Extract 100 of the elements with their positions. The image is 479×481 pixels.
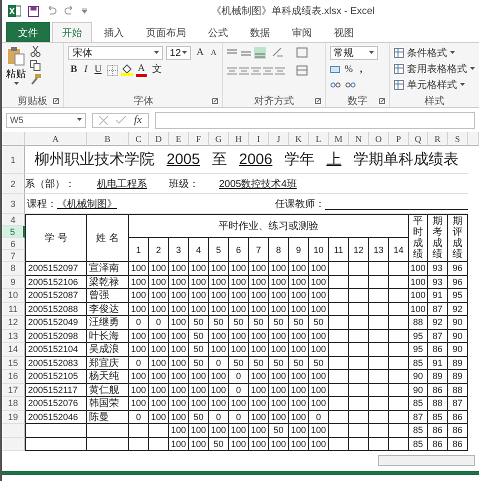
table-cell: 100 bbox=[169, 316, 189, 330]
column-header[interactable]: D bbox=[149, 132, 169, 146]
font-color-button[interactable]: A bbox=[136, 63, 147, 77]
insert-function-button[interactable]: fx bbox=[134, 114, 142, 126]
table-cell bbox=[389, 330, 409, 343]
scroll-bar[interactable] bbox=[378, 454, 475, 466]
row-number[interactable]: 10 bbox=[2, 289, 25, 302]
row-number[interactable]: 1 bbox=[2, 146, 25, 174]
column-header[interactable]: Q bbox=[409, 132, 428, 146]
table-cell: 吴成浪 bbox=[87, 343, 129, 356]
formula-input[interactable] bbox=[154, 112, 475, 128]
phonetic-button[interactable]: 文 bbox=[150, 63, 164, 77]
group-label: 对齐方式 bbox=[254, 94, 294, 108]
check-icon[interactable] bbox=[116, 116, 126, 124]
column-header[interactable]: I bbox=[249, 132, 269, 146]
column-header[interactable]: B bbox=[87, 132, 129, 146]
percent-button[interactable]: % bbox=[342, 63, 355, 77]
ribbon-tab[interactable]: 数据 bbox=[240, 22, 280, 42]
font-size-field[interactable]: 12 bbox=[166, 46, 192, 60]
row-number[interactable]: 15 bbox=[2, 356, 25, 370]
comma-button[interactable]: , bbox=[358, 63, 364, 77]
ribbon-tab[interactable]: 审阅 bbox=[282, 22, 322, 42]
row-number[interactable]: 14 bbox=[2, 343, 25, 356]
close-icon[interactable] bbox=[99, 116, 108, 124]
table-cell: 2005152046 bbox=[25, 410, 87, 424]
column-header[interactable]: C bbox=[129, 132, 149, 146]
row-number[interactable]: 18 bbox=[2, 397, 25, 410]
save-icon[interactable] bbox=[28, 6, 39, 16]
column-header[interactable]: J bbox=[269, 132, 289, 146]
row-number[interactable]: 2 bbox=[2, 174, 25, 194]
cut-icon[interactable] bbox=[30, 46, 41, 57]
column-header[interactable]: G bbox=[209, 132, 229, 146]
row-number[interactable]: 3 bbox=[2, 194, 25, 214]
ribbon-tab[interactable]: 公式 bbox=[198, 22, 238, 42]
row-number[interactable]: 11 bbox=[2, 302, 25, 316]
row-number[interactable]: 19 bbox=[2, 410, 25, 424]
table-cell bbox=[329, 316, 349, 330]
ribbon-tab[interactable]: 开始 bbox=[52, 22, 92, 42]
column-header[interactable]: R bbox=[428, 132, 448, 146]
grow-font-button[interactable]: A bbox=[194, 46, 206, 60]
dialog-launcher-icon[interactable] bbox=[53, 98, 60, 104]
column-header[interactable]: P bbox=[389, 132, 409, 146]
redo-icon[interactable] bbox=[64, 6, 75, 16]
table-cell: 100 bbox=[269, 262, 289, 276]
table-cell: 100 bbox=[169, 262, 189, 276]
column-header[interactable]: E bbox=[169, 132, 189, 146]
style-menu-button[interactable]: 单元格样式 bbox=[394, 78, 475, 92]
paste-button[interactable]: 粘贴 bbox=[6, 46, 26, 94]
style-menu-button[interactable]: 套用表格格式 bbox=[394, 62, 475, 76]
currency-icon[interactable] bbox=[330, 66, 340, 74]
fill-bucket-icon[interactable] bbox=[120, 64, 133, 76]
decimal-icons-drawing[interactable] bbox=[330, 80, 356, 88]
ribbon-tab[interactable]: 视图 bbox=[324, 22, 364, 42]
column-header[interactable]: L bbox=[309, 132, 329, 146]
customize-icon[interactable] bbox=[82, 8, 87, 14]
table-cell: 100 bbox=[269, 438, 289, 451]
column-header[interactable]: S bbox=[448, 132, 468, 146]
column-header[interactable]: H bbox=[229, 132, 249, 146]
row-number[interactable]: 16 bbox=[2, 370, 25, 384]
table-cell: 86 bbox=[428, 343, 448, 356]
underline-button[interactable]: U bbox=[92, 63, 104, 77]
ribbon-tab[interactable]: 插入 bbox=[94, 22, 134, 42]
dialog-launcher-icon[interactable] bbox=[314, 98, 321, 104]
row-number[interactable]: 12 bbox=[2, 316, 25, 330]
table-cell: 李俊达 bbox=[87, 302, 129, 316]
excel-logo-icon[interactable] bbox=[8, 5, 21, 17]
column-header[interactable]: K bbox=[289, 132, 309, 146]
row-number[interactable]: 6 bbox=[2, 238, 25, 250]
ribbon-tab[interactable]: 文件 bbox=[6, 22, 50, 42]
font-field[interactable]: 宋体 bbox=[68, 46, 163, 60]
column-header[interactable]: M bbox=[329, 132, 349, 146]
column-header[interactable]: F bbox=[189, 132, 209, 146]
dialog-launcher-icon[interactable] bbox=[212, 98, 218, 104]
row-number[interactable]: 4 bbox=[2, 214, 25, 226]
column-header[interactable]: N bbox=[349, 132, 369, 146]
row-number[interactable]: 9 bbox=[2, 276, 25, 289]
row-number[interactable]: 13 bbox=[2, 330, 25, 343]
table-cell: 100 bbox=[269, 397, 289, 410]
table-cell: 0 bbox=[129, 356, 149, 370]
caret-icon bbox=[450, 51, 455, 55]
row-number[interactable]: 8 bbox=[2, 262, 25, 276]
column-header[interactable]: A bbox=[25, 132, 87, 146]
row-number[interactable]: 17 bbox=[2, 384, 25, 397]
table-cell: 100 bbox=[229, 397, 249, 410]
ribbon-tab[interactable]: 页面布局 bbox=[136, 22, 196, 42]
column-header[interactable]: O bbox=[369, 132, 389, 146]
style-menu-button[interactable]: 条件格式 bbox=[394, 46, 475, 60]
row-number[interactable]: 7 bbox=[2, 250, 25, 262]
copy-icon[interactable] bbox=[30, 60, 41, 71]
brush-icon[interactable] bbox=[30, 74, 41, 85]
shrink-font-button[interactable]: A bbox=[208, 46, 218, 60]
table-cell: 50 bbox=[209, 316, 229, 330]
border-icon[interactable] bbox=[106, 64, 118, 76]
dialog-launcher-icon[interactable] bbox=[379, 98, 385, 104]
italic-button[interactable]: I bbox=[82, 63, 90, 77]
undo-icon[interactable] bbox=[46, 6, 57, 16]
name-box[interactable]: W5 bbox=[6, 112, 86, 128]
row-number[interactable]: 5 bbox=[2, 226, 25, 238]
number-format-field[interactable]: 常规 bbox=[330, 46, 378, 60]
bold-button[interactable]: B bbox=[68, 63, 80, 77]
